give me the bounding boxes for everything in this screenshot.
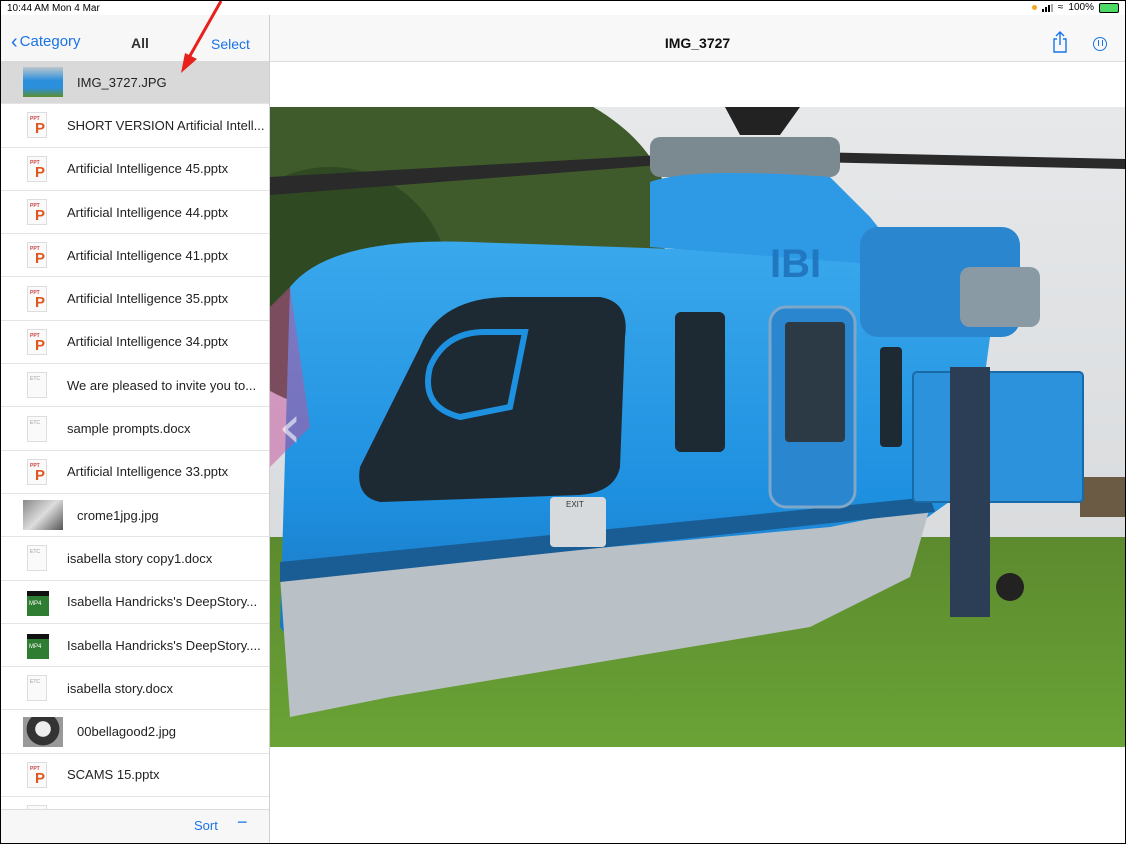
battery-icon — [1099, 2, 1119, 13]
file-name: Isabella Handricks's DeepStory.... — [67, 637, 261, 653]
pptx-file-icon: PPTP — [23, 110, 53, 140]
image-thumbnail — [23, 67, 63, 98]
share-icon[interactable] — [1052, 31, 1068, 58]
file-name: 00bellagood2.jpg — [77, 724, 177, 740]
file-name: isabella story.docx — [67, 680, 173, 696]
document-file-icon: ETC — [23, 543, 53, 573]
file-list-item[interactable]: ETC isabella story copy1.docx — [1, 537, 269, 581]
viewer-title: IMG_3727 — [664, 35, 731, 51]
app-frame: 10:44 AM Mon 4 Mar ≈ 100% ‹ Category All… — [0, 0, 1126, 844]
image-viewer: IMG_3727 EXIT IBI ‹ — [270, 15, 1125, 843]
file-name: IMG_3727.JPG — [77, 74, 167, 90]
file-list-item[interactable]: PPT P SHORT VERSION Artificial Intell... — [1, 104, 269, 148]
file-name: Artificial Intelligence 41.pptx — [67, 247, 229, 263]
file-sidebar: ‹ Category All Select IMG_3727.JPG PPT P SH… — [1, 15, 270, 843]
image-thumbnail — [23, 500, 63, 531]
sidebar-title: All — [131, 35, 149, 51]
video-file-icon: MP4 — [23, 587, 53, 617]
file-list-item[interactable]: PPT P Artificial Intelligence 45.pptx — [1, 147, 269, 191]
file-name: Artificial Intelligence 33.pptx — [67, 464, 229, 480]
file-list-item[interactable]: crome1jpg.jpg — [1, 493, 269, 538]
svg-text:‹: ‹ — [278, 392, 302, 462]
back-label: Category — [19, 33, 81, 50]
sidebar-nav-bar: ‹ Category All Select — [1, 15, 269, 61]
pptx-file-icon: PPTP — [23, 457, 53, 487]
status-time: 10:44 AM Mon 4 Mar — [7, 3, 100, 14]
file-list-item[interactable]: PPT P Artificial Intelligence 34.pptx — [1, 320, 269, 365]
pptx-file-icon: PPTP — [23, 240, 53, 270]
battery-percent: 100% — [1068, 2, 1094, 13]
file-name: We are pleased to invite you to... — [67, 377, 257, 393]
pptx-file-icon: PPTP — [23, 327, 53, 357]
sidebar-toolbar: Sort − — [1, 809, 269, 843]
tail-letters: IBI — [770, 242, 821, 286]
file-name: Artificial Intelligence 44.pptx — [67, 204, 229, 220]
file-name: Isabella Handricks's DeepStory... — [67, 594, 258, 610]
select-button[interactable]: Select — [211, 36, 250, 52]
file-name: Artificial Intelligence 45.pptx — [67, 161, 229, 177]
signal-icon — [1041, 3, 1053, 12]
pptx-file-icon: PPTP — [23, 154, 53, 184]
file-list-item[interactable]: PPTPSCAMS 14.pptx — [1, 797, 269, 809]
helicopter-photo[interactable]: EXIT IBI ‹ — [270, 107, 1125, 747]
file-list-item[interactable]: MP4 Isabella Handricks's DeepStory.... — [1, 623, 269, 668]
viewer-nav-bar: IMG_3727 — [270, 15, 1125, 62]
file-list-item[interactable]: PPT P Artificial Intelligence 33.pptx — [1, 450, 269, 494]
sort-button[interactable]: Sort — [194, 818, 218, 833]
status-right: ≈ 100% — [1031, 2, 1119, 13]
wifi-icon: ≈ — [1057, 2, 1064, 13]
file-list-item[interactable]: ETC sample prompts.docx — [1, 407, 269, 451]
file-list-item[interactable]: MP4 Isabella Handricks's DeepStory... — [1, 580, 269, 624]
file-name: crome1jpg.jpg — [77, 507, 159, 523]
file-name: isabella story copy1.docx — [67, 550, 213, 566]
pptx-file-icon: PPTP — [23, 197, 53, 227]
pptx-file-icon: PPTP — [23, 760, 53, 790]
file-list-item[interactable]: 00bellagood2.jpg — [1, 710, 269, 754]
file-list: IMG_3727.JPG PPT P SHORT VERSION Artificial… — [1, 61, 269, 809]
exit-text: EXIT — [566, 500, 584, 509]
file-list-item[interactable]: PPT P Artificial Intelligence 44.pptx — [1, 190, 269, 235]
file-list-item[interactable]: PPT P Artificial Intelligence 35.pptx — [1, 277, 269, 321]
location-dot-icon — [1031, 5, 1037, 10]
document-file-icon: ETC — [23, 414, 53, 444]
pptx-file-icon: PPTP — [23, 284, 53, 314]
file-name: SHORT VERSION Artificial Intell... — [67, 117, 265, 133]
file-name: sample prompts.docx — [67, 421, 191, 437]
file-list-item[interactable]: PPT P SCAMS 15.pptx — [1, 753, 269, 798]
chevron-left-icon: ‹ — [11, 30, 18, 53]
video-file-icon: MP4 — [23, 630, 53, 660]
file-name: SCAMS 15.pptx — [67, 767, 160, 783]
file-name: Artificial Intelligence 35.pptx — [67, 291, 229, 307]
document-file-icon: ETC — [23, 673, 53, 703]
collapse-minus-button[interactable]: − — [237, 812, 248, 833]
file-list-item[interactable]: ETC isabella story.docx — [1, 667, 269, 711]
file-list-item[interactable]: IMG_3727.JPG — [1, 61, 269, 105]
image-thumbnail — [23, 716, 63, 747]
document-file-icon: ETC — [23, 370, 53, 400]
file-name: Artificial Intelligence 34.pptx — [67, 334, 229, 350]
file-list-item[interactable]: ETC We are pleased to invite you to... — [1, 364, 269, 408]
status-bar: 10:44 AM Mon 4 Mar ≈ 100% — [1, 1, 1125, 15]
markup-icon[interactable] — [1093, 37, 1107, 51]
file-list-item[interactable]: PPT P Artificial Intelligence 41.pptx — [1, 234, 269, 278]
back-category-button[interactable]: ‹ Category — [11, 30, 81, 53]
